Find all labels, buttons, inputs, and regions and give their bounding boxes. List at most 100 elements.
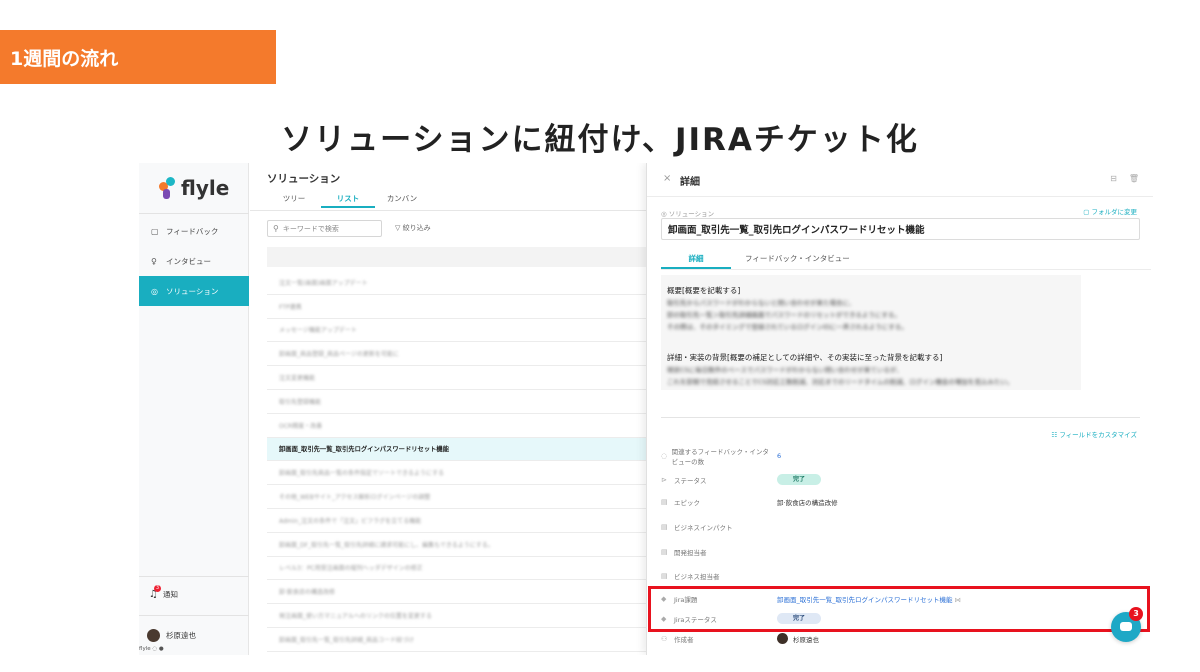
list-item[interactable]: 発注画面_使い方マニュアルへのリンクの位置を変更する xyxy=(267,604,646,628)
notification-button[interactable]: ♫ 3 通知 xyxy=(149,585,178,600)
field-jira-issue-label: ◆ Jira課題 xyxy=(661,595,698,604)
list-item-label: 注文変更機能 xyxy=(279,375,316,383)
search-placeholder: キーワードで検索 xyxy=(282,224,339,233)
epic-value[interactable]: 卸·飲食店の構造改修 xyxy=(777,497,838,507)
sidebar-item-label: フィードバック xyxy=(166,226,219,236)
filter-button[interactable]: ▽ 絞り込み xyxy=(395,223,431,233)
jira-icon: ◆ xyxy=(661,595,667,603)
jira-icon: ◆ xyxy=(661,615,667,623)
field-dev-owner-label: ▤ 開発担当者 xyxy=(661,548,707,557)
list-item[interactable]: 卸·飲食店の構造改修 xyxy=(267,580,646,605)
epic-icon: ▤ xyxy=(661,498,668,506)
avatar xyxy=(147,629,160,642)
logo[interactable]: flyle xyxy=(159,173,229,203)
detail-panel: × 詳細 ⊟ 🗑︎ ◎ ソリューション ▢ フォルダに変更 卸画面_取引先一覧_… xyxy=(646,163,1153,655)
sidebar-item-interview[interactable]: ♀ インタビュー xyxy=(139,247,249,275)
tab-list[interactable]: リスト xyxy=(321,193,375,208)
related-count-value[interactable]: 6 xyxy=(777,452,781,460)
author-value: 杉原遠也 xyxy=(793,636,819,644)
close-icon[interactable]: × xyxy=(663,173,671,184)
divider xyxy=(139,615,249,616)
impact-icon: ▤ xyxy=(661,523,668,531)
list-item[interactable]: 注文変更機能 xyxy=(267,366,646,390)
user-menu[interactable]: 杉原遠也 xyxy=(147,629,196,642)
list-item[interactable]: 卸画面_DF_取引先一覧_取引先詳細に請求可能にし、編集もできるようにする。 xyxy=(267,533,646,557)
person-icon: ▤ xyxy=(661,572,668,580)
jira-issue-link[interactable]: 卸画面_取引先一覧_取引先ログインパスワードリセット機能 ⋈ xyxy=(777,594,961,604)
comment-icon: ◌ xyxy=(661,452,668,460)
divider xyxy=(661,417,1140,418)
list-item-label: Admin_注文の条件で「注文」ビフラグを立てる機能 xyxy=(279,517,422,525)
solution-name-field[interactable]: 卸画面_取引先一覧_取引先ログインパスワードリセット機能 xyxy=(661,218,1140,240)
jira-status-badge: 完了 xyxy=(777,613,821,624)
divider xyxy=(661,269,1151,270)
desc-line: これを卸側で完結させることでCS対応工数削減、対応までのリードタイムの削減、ログ… xyxy=(667,378,1014,386)
list-item[interactable]: レベル3：PC用受注画面の縦列ヘッダデザインの修正 xyxy=(267,557,646,581)
person-icon: ⚇ xyxy=(661,635,668,643)
user-name: 杉原遠也 xyxy=(166,631,196,640)
desc-line: 取引先からパスワードがわからないと問い合わせが来た場合に、 xyxy=(667,299,856,307)
list-item-label: 卸画面_商品登録_商品ページの更新を可能に xyxy=(279,351,399,359)
list-item[interactable]: 注文一覧(画面)画面アップデート xyxy=(267,271,646,295)
description-editor[interactable]: 概要[概要を記載する] 取引先からパスワードがわからないと問い合わせが来た場合に… xyxy=(661,275,1081,390)
filter-label: 絞り込み xyxy=(402,224,431,232)
desc-heading-overview: 概要[概要を記載する] xyxy=(667,286,741,295)
flyle-logo-icon xyxy=(159,177,175,199)
field-author-label: ⚇ 作成者 xyxy=(661,635,694,644)
section-banner: 1週間の流れ xyxy=(0,30,276,84)
change-folder-link[interactable]: ▢ フォルダに変更 xyxy=(1083,206,1137,216)
notification-label: 通知 xyxy=(162,590,178,599)
list-item[interactable]: メッセージ機能アップデート xyxy=(267,319,646,343)
slide-headline: ソリューションに紐付け、JIRAチケット化 xyxy=(281,122,919,158)
list-item-label: 取引先登録機能 xyxy=(279,398,322,406)
list-header xyxy=(267,247,646,267)
search-input[interactable]: ⚲ キーワードで検索 xyxy=(267,220,382,237)
divider xyxy=(250,210,646,211)
list-item[interactable]: FTP連携 xyxy=(267,295,646,319)
logo-text: flyle xyxy=(181,176,230,200)
solution-list: 注文一覧(画面)画面アップデート FTP連携メッセージ機能アップデート卸画面_商品… xyxy=(267,271,646,652)
tab-kanban[interactable]: カンバン xyxy=(375,193,429,208)
list-item[interactable]: 取引先登録機能 xyxy=(267,390,646,414)
banner-title: 1週間の流れ xyxy=(10,48,119,70)
sidebar-item-label: インタビュー xyxy=(166,256,211,266)
version-label: flyle ◌ ● xyxy=(139,646,164,652)
sidebar: flyle ▢ フィードバック ♀ インタビュー ◎ ソリューション ♫ 3 通知… xyxy=(139,163,249,655)
avatar xyxy=(777,633,788,644)
view-tabs: ツリー リスト カンバン xyxy=(267,193,429,208)
field-epic-label: ▤ エピック xyxy=(661,498,700,507)
customize-fields-link[interactable]: ☷ フィールドをカスタマイズ xyxy=(1051,429,1137,439)
sidebar-item-label: ソリューション xyxy=(166,286,219,296)
list-item[interactable]: OCR精度・改善 xyxy=(267,414,646,438)
unlink-icon: ⋈ xyxy=(954,596,962,604)
list-item-label: メッセージ機能アップデート xyxy=(279,327,357,335)
list-item-label: 発注画面_使い方マニュアルへのリンクの位置を変更する xyxy=(279,613,432,621)
bell-icon: ♫ 3 xyxy=(149,585,161,600)
list-item-label: その他_WEBサイト_アクセス解析ログインページの調整 xyxy=(279,494,431,502)
sidebar-item-solution[interactable]: ◎ ソリューション xyxy=(139,276,249,306)
detail-title: 詳細 xyxy=(680,177,700,188)
desc-line: 卸の取引先一覧＞取引先詳細画面でパスワードのリセットができるようにする。 xyxy=(667,311,901,319)
detail-actions: ⊟ 🗑︎ xyxy=(1110,174,1139,183)
notification-count: 3 xyxy=(154,585,161,592)
list-item[interactable]: 卸画面_取引先商品一覧の条件指定でソートできるようにする xyxy=(267,461,646,486)
sidebar-item-feedback[interactable]: ▢ フィードバック xyxy=(139,217,249,245)
tab-detail[interactable]: 詳細 xyxy=(661,253,731,269)
chat-badge: 3 xyxy=(1129,607,1143,621)
divider xyxy=(139,213,249,214)
list-item[interactable]: 卸画面_取引先一覧_取引先詳細_商品コード紐づけ xyxy=(267,628,646,652)
list-item[interactable]: その他_WEBサイト_アクセス解析ログインページの調整 xyxy=(267,485,646,509)
divider xyxy=(647,196,1153,197)
tab-feedback-interview[interactable]: フィードバック・インタビュー xyxy=(731,253,864,269)
list-item[interactable]: 卸画面_商品登録_商品ページの更新を可能に xyxy=(267,342,646,367)
desc-line: 現状CSに毎日数件のペースでパスワードがわからない問い合わせが来ているが、 xyxy=(667,366,903,374)
list-item[interactable]: 卸画面_取引先一覧_取引先ログインパスワードリセット機能 xyxy=(267,437,646,462)
trash-icon[interactable]: 🗑︎ xyxy=(1129,174,1139,183)
type-label: ◎ ソリューション xyxy=(661,210,715,218)
list-item-label: レベル3：PC用受注画面の縦列ヘッダデザインの修正 xyxy=(279,565,423,573)
tab-tree[interactable]: ツリー xyxy=(267,193,321,208)
list-item[interactable]: Admin_注文の条件で「注文」ビフラグを立てる機能 xyxy=(267,509,646,533)
page-title: ソリューション xyxy=(267,173,341,185)
status-badge[interactable]: 完了 xyxy=(777,474,821,485)
archive-icon[interactable]: ⊟ xyxy=(1110,174,1117,183)
